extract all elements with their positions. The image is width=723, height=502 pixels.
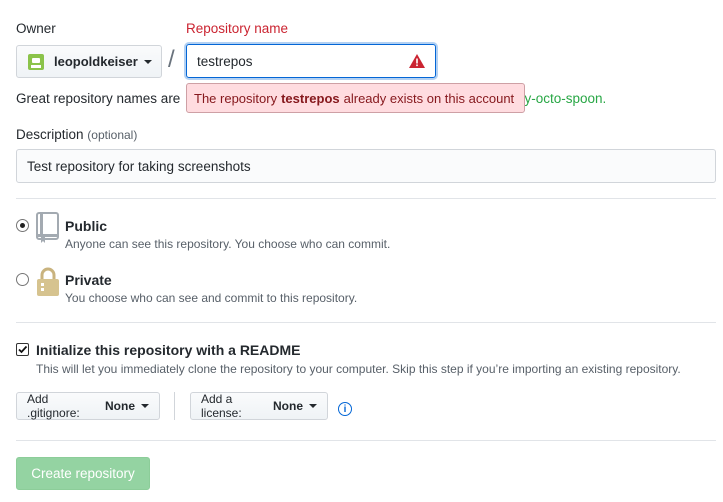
- private-radio[interactable]: [16, 273, 29, 286]
- owner-avatar: [28, 53, 44, 70]
- lock-icon: [37, 267, 59, 296]
- repo-name-label: Repository name: [186, 21, 289, 36]
- description-value: Test repository for taking screenshots: [27, 158, 251, 174]
- info-icon[interactable]: i: [338, 402, 352, 416]
- public-title: Public: [65, 218, 108, 234]
- divider: [16, 440, 716, 441]
- owner-name: leopoldkeiser: [54, 54, 138, 69]
- license-value: None: [273, 399, 303, 413]
- chevron-down-icon: [143, 59, 152, 64]
- gitignore-select[interactable]: Add .gitignore: None: [16, 392, 160, 420]
- repo-name-hint: Great repository names are: [16, 91, 181, 106]
- description-optional: (optional): [87, 128, 138, 142]
- description-label: Description (optional): [16, 127, 137, 142]
- readme-checkbox[interactable]: [16, 343, 29, 356]
- gitignore-value: None: [105, 399, 135, 413]
- public-radio[interactable]: [16, 219, 29, 232]
- repo-icon: [36, 212, 59, 243]
- divider: [16, 198, 716, 199]
- repo-name-value: testrepos: [197, 53, 253, 69]
- alert-icon: [409, 54, 425, 68]
- select-separator: [174, 392, 175, 420]
- public-note: Anyone can see this repository. You choo…: [65, 237, 391, 251]
- license-select[interactable]: Add a license: None: [190, 392, 328, 420]
- owner-repo-separator: /: [168, 46, 175, 73]
- divider: [16, 322, 716, 323]
- readme-note: This will let you immediately clone the …: [36, 362, 681, 376]
- description-input[interactable]: Test repository for taking screenshots: [16, 149, 716, 183]
- private-note: You choose who can see and commit to thi…: [65, 291, 358, 305]
- repo-name-input[interactable]: testrepos: [186, 44, 436, 78]
- checkmark-icon: [18, 345, 28, 354]
- error-text-after: already exists on this account: [343, 90, 515, 106]
- repo-exists-error: The repository testrepos already exists …: [186, 83, 525, 113]
- owner-dropdown[interactable]: leopoldkeiser: [16, 45, 162, 78]
- description-label-text: Description: [16, 127, 84, 142]
- chevron-down-icon: [309, 404, 317, 408]
- error-repo-name: testrepos: [281, 90, 340, 106]
- repo-name-suggestion[interactable]: rly-octo-spoon.: [517, 91, 606, 106]
- create-repository-button[interactable]: Create repository: [16, 457, 150, 490]
- readme-title: Initialize this repository with a README: [36, 342, 301, 358]
- chevron-down-icon: [141, 404, 149, 408]
- license-label: Add a license:: [201, 392, 242, 420]
- gitignore-label: Add .gitignore:: [27, 392, 80, 420]
- owner-label: Owner: [16, 21, 56, 36]
- private-title: Private: [65, 272, 112, 288]
- error-text-before: The repository: [194, 90, 278, 106]
